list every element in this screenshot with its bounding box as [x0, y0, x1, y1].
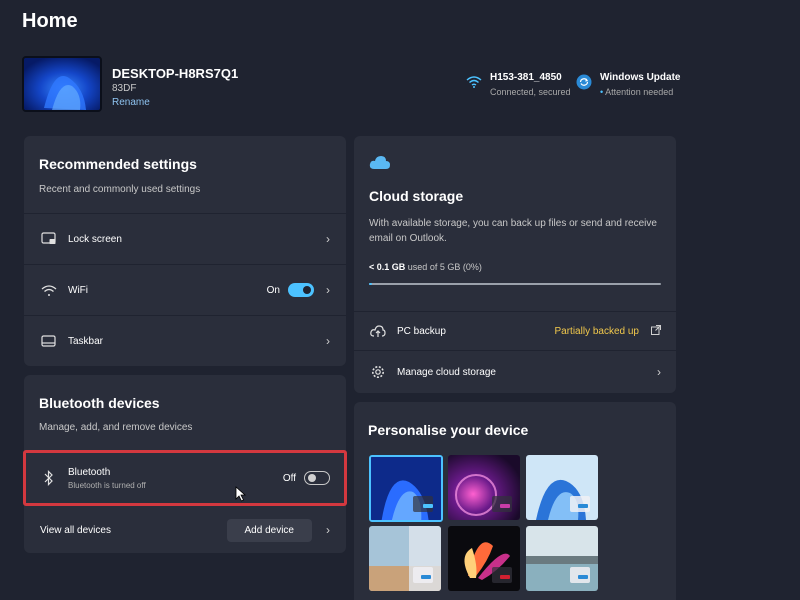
taskbar-label: Taskbar — [68, 335, 104, 347]
recommended-title: Recommended settings — [39, 156, 197, 172]
device-model: 83DF — [112, 83, 137, 94]
wallpaper-thumbnail[interactable] — [526, 526, 598, 591]
pc-backup-status: Partially backed up — [554, 325, 640, 337]
storage-progress-bar — [369, 283, 661, 285]
network-status-text: Connected, secured — [490, 87, 571, 97]
chevron-right-icon: › — [326, 334, 330, 348]
storage-used-detail: used of 5 GB (0%) — [407, 262, 482, 272]
wallpaper-thumbnail[interactable] — [448, 455, 520, 520]
chevron-right-icon: › — [326, 523, 330, 537]
wallpaper-thumbnail[interactable] — [526, 455, 598, 520]
view-all-devices-label: View all devices — [40, 524, 111, 536]
taskbar-icon — [40, 335, 58, 347]
update-status-label: Attention needed — [605, 87, 674, 97]
bluetooth-title: Bluetooth devices — [39, 395, 160, 411]
cloud-title: Cloud storage — [369, 188, 464, 204]
wifi-state: On — [266, 284, 280, 296]
external-link-icon — [651, 324, 661, 338]
storage-progress-fill — [369, 283, 372, 285]
gear-icon — [369, 365, 387, 379]
wifi-icon — [466, 75, 482, 94]
view-all-devices-row[interactable]: View all devices Add device › — [24, 515, 346, 545]
add-device-button[interactable]: Add device — [226, 518, 312, 542]
highlight-box — [23, 450, 347, 506]
manage-cloud-storage-row[interactable]: Manage cloud storage › — [354, 351, 676, 393]
pc-backup-label: PC backup — [397, 325, 446, 337]
lock-screen-icon — [40, 232, 58, 246]
mouse-cursor-icon — [235, 486, 247, 507]
chevron-right-icon: › — [657, 365, 661, 379]
rename-link[interactable]: Rename — [112, 97, 150, 108]
sync-icon — [576, 74, 592, 95]
storage-used-text: < 0.1 GB used of 5 GB (0%) — [369, 262, 482, 272]
wifi-label: WiFi — [68, 284, 88, 296]
wifi-toggle[interactable] — [288, 283, 314, 297]
taskbar-row[interactable]: Taskbar › — [24, 316, 346, 366]
wifi-icon — [40, 284, 58, 297]
network-name: H153-381_4850 — [490, 72, 562, 83]
storage-used-amount: < 0.1 GB — [369, 262, 406, 272]
chevron-right-icon: › — [326, 232, 330, 246]
wallpaper-thumbnail-selected[interactable] — [369, 455, 443, 522]
lock-screen-row[interactable]: Lock screen › — [24, 214, 346, 264]
cloud-description: With available storage, you can back up … — [369, 218, 657, 244]
update-title: Windows Update — [600, 72, 681, 83]
device-name: DESKTOP-H8RS7Q1 — [112, 66, 239, 81]
network-status[interactable]: H153-381_4850 Connected, secured — [466, 72, 571, 97]
recommended-settings-card: Recommended settings Recent and commonly… — [24, 136, 346, 366]
lock-screen-label: Lock screen — [68, 233, 122, 245]
wallpaper-thumbnail[interactable] — [369, 526, 441, 591]
bluetooth-subtitle: Manage, add, and remove devices — [39, 422, 193, 433]
windows-update-status[interactable]: Windows Update • Attention needed — [576, 72, 680, 97]
update-status-text: • Attention needed — [600, 87, 674, 97]
cloud-icon — [369, 154, 391, 175]
personalise-title: Personalise your device — [368, 422, 529, 438]
wifi-row[interactable]: WiFi On › — [24, 265, 346, 315]
chevron-right-icon: › — [326, 283, 330, 297]
page-title: Home — [22, 10, 78, 32]
cloud-upload-icon — [369, 324, 387, 338]
pc-backup-row[interactable]: PC backup Partially backed up — [354, 312, 676, 350]
recommended-subtitle: Recent and commonly used settings — [39, 184, 201, 195]
manage-cloud-storage-label: Manage cloud storage — [397, 366, 496, 378]
wallpaper-thumbnail[interactable] — [448, 526, 520, 591]
cloud-storage-card: Cloud storage With available storage, yo… — [354, 136, 676, 393]
device-thumbnail — [22, 56, 102, 112]
